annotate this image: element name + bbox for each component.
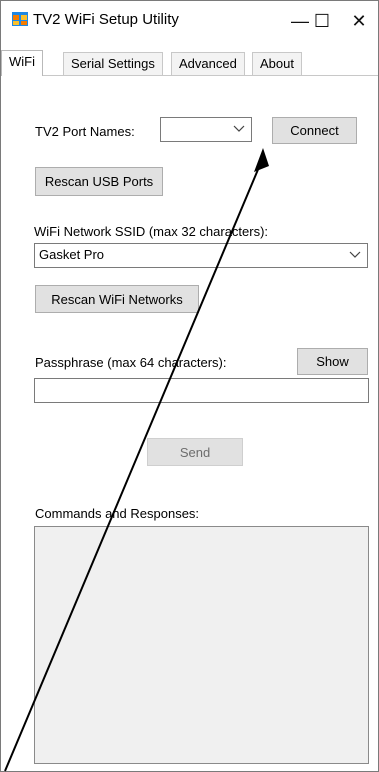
rescan-usb-ports-button[interactable]: Rescan USB Ports: [35, 167, 163, 196]
tab-serial-settings[interactable]: Serial Settings: [63, 52, 163, 75]
commands-responses-log[interactable]: [34, 526, 369, 764]
window-title: TV2 WiFi Setup Utility: [33, 11, 179, 28]
chevron-down-icon: [349, 251, 361, 258]
ssid-value: Gasket Pro: [39, 247, 105, 262]
title-bar[interactable]: TV2 WiFi Setup Utility — ☐ ✕: [1, 1, 378, 41]
close-button[interactable]: ✕: [336, 1, 378, 41]
port-names-label: TV2 Port Names:: [35, 124, 135, 139]
chevron-down-icon: [233, 125, 245, 132]
tab-advanced[interactable]: Advanced: [171, 52, 245, 75]
rescan-wifi-networks-button[interactable]: Rescan WiFi Networks: [35, 285, 199, 313]
connect-button[interactable]: Connect: [272, 117, 357, 144]
app-window-icon: [12, 12, 28, 26]
app-window: TV2 WiFi Setup Utility — ☐ ✕ WiFi Serial…: [0, 0, 379, 772]
port-names-dropdown[interactable]: [160, 117, 252, 142]
ssid-label: WiFi Network SSID (max 32 characters):: [34, 224, 269, 239]
wifi-tab-panel: TV2 Port Names: Connect Rescan USB Ports…: [1, 76, 378, 771]
commands-responses-label: Commands and Responses:: [35, 506, 200, 521]
passphrase-input[interactable]: [34, 378, 369, 403]
show-passphrase-button[interactable]: Show: [297, 348, 368, 375]
tab-about[interactable]: About: [252, 52, 302, 75]
tab-strip: WiFi Serial Settings Advanced About: [1, 50, 378, 76]
ssid-dropdown[interactable]: Gasket Pro: [34, 243, 368, 268]
send-button[interactable]: Send: [147, 438, 243, 466]
tab-wifi[interactable]: WiFi: [1, 50, 43, 76]
passphrase-label: Passphrase (max 64 characters):: [35, 355, 227, 370]
